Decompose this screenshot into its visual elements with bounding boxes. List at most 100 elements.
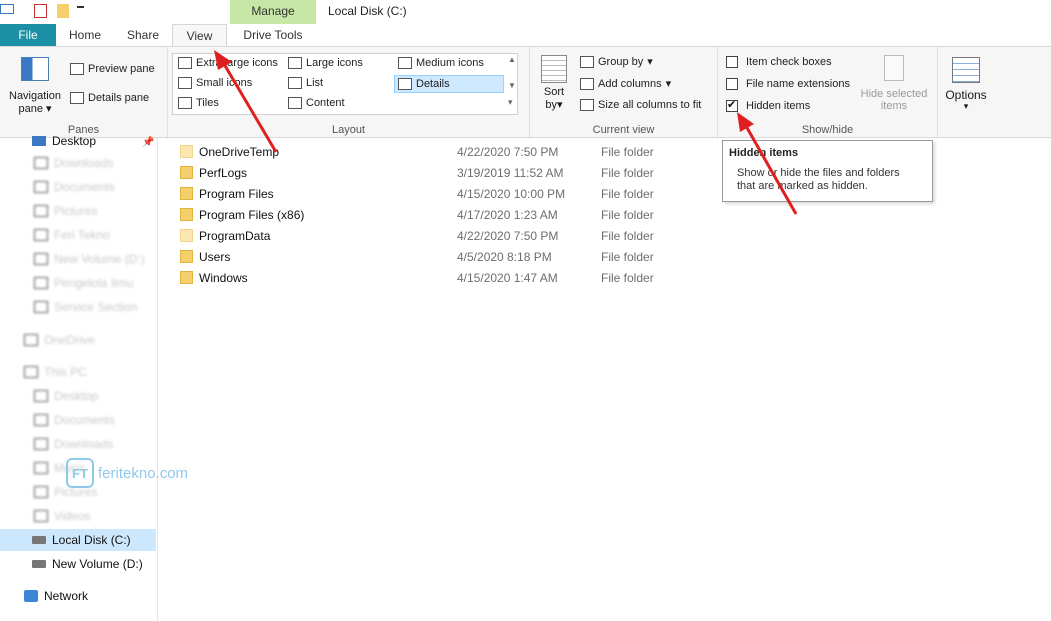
blurred-item-icon (34, 205, 48, 217)
nav-label: Downloads (54, 437, 114, 451)
sort-by-button[interactable]: Sort by▾ (538, 55, 570, 111)
small-icons-icon (178, 77, 192, 89)
file-row[interactable]: PerfLogs 3/19/2019 11:52 AM File folder (180, 162, 700, 183)
layout-more-icon[interactable]: ▾ (508, 97, 513, 108)
nav-item-blurred[interactable]: Downloads (34, 437, 113, 451)
nav-item-blurred[interactable]: OneDrive (24, 333, 95, 347)
file-row[interactable]: Program Files (x86) 4/17/2020 1:23 AM Fi… (180, 204, 700, 225)
nav-item-blurred[interactable]: Videos (34, 509, 90, 523)
nav-desktop-label: Desktop (52, 134, 97, 148)
file-name: Windows (199, 270, 248, 285)
layout-content[interactable]: Content (288, 97, 345, 109)
list-label: List (306, 77, 324, 89)
nav-item-blurred[interactable]: Desktop (34, 389, 98, 403)
add-columns-button[interactable]: Add columns ▾ (580, 77, 671, 90)
watermark: FT feritekno.com (66, 458, 188, 488)
details-pane-label: Details pane (88, 92, 150, 104)
file-row[interactable]: OneDriveTemp 4/22/2020 7:50 PM File fold… (180, 141, 700, 162)
tab-view[interactable]: View (172, 24, 227, 47)
nav-item-blurred[interactable]: Documents (34, 180, 115, 194)
checkmark-icon[interactable] (34, 4, 47, 18)
manage-tab[interactable]: Manage (230, 0, 316, 24)
options-button[interactable]: Options ▾ (942, 57, 990, 111)
tab-drive-tools[interactable]: Drive Tools (230, 24, 316, 46)
nav-item-blurred[interactable]: Downloads (34, 156, 113, 170)
size-all-columns-button[interactable]: Size all columns to fit (580, 99, 701, 111)
watermark-logo: FT (66, 458, 94, 488)
tab-file[interactable]: File (0, 24, 56, 46)
properties-icon[interactable] (0, 4, 14, 14)
medium-icons-icon (398, 57, 412, 69)
layout-list[interactable]: List (288, 77, 323, 89)
add-columns-icon (580, 77, 594, 90)
item-check-boxes-checkbox[interactable] (726, 56, 738, 68)
sort-by-label: Sort (543, 86, 565, 98)
new-folder-icon[interactable] (57, 4, 69, 18)
blurred-item-icon (34, 414, 48, 426)
show-hide-group: Item check boxes File name extensions Hi… (718, 47, 938, 139)
tab-home[interactable]: Home (56, 24, 114, 46)
nav-item-blurred[interactable]: This PC (24, 365, 87, 379)
layout-extra-large-icons[interactable]: Extra large icons (178, 57, 278, 69)
details-label: Details (416, 78, 450, 90)
panes-group: Navigation pane ▾ Preview pane Details p… (0, 47, 168, 139)
nav-label: Videos (54, 509, 91, 523)
sort-by-icon (541, 55, 567, 83)
blurred-item-icon (34, 277, 48, 289)
quick-access-dropdown-icon[interactable] (77, 6, 84, 12)
layout-scroll-up-icon[interactable]: ▲ (508, 55, 516, 64)
small-icons-label: Small icons (196, 77, 253, 89)
preview-pane-button[interactable]: Preview pane (70, 63, 155, 75)
blurred-item-icon (34, 462, 48, 474)
nav-item-new-volume[interactable]: New Volume (D:) (32, 557, 143, 571)
nav-item-desktop[interactable]: Desktop (32, 134, 96, 148)
nav-label: This PC (44, 365, 87, 379)
blurred-item-icon (34, 510, 48, 522)
item-check-boxes-toggle[interactable]: Item check boxes (726, 56, 832, 68)
layout-scroll-down-icon[interactable]: ▼ (508, 81, 516, 90)
blurred-item-icon (34, 253, 48, 265)
file-row[interactable]: Windows 4/15/2020 1:47 AM File folder (180, 267, 700, 288)
group-by-button[interactable]: Group by ▾ (580, 55, 653, 68)
pin-icon[interactable]: 📌 (142, 137, 154, 148)
tab-share[interactable]: Share (114, 24, 172, 46)
sort-by-label-2: by▾ (545, 99, 563, 111)
file-name: Program Files (199, 186, 274, 201)
size-columns-label: Size all columns to fit (598, 99, 702, 111)
file-row[interactable]: ProgramData 4/22/2020 7:50 PM File folde… (180, 225, 700, 246)
nav-item-blurred[interactable]: Pictures (34, 204, 97, 218)
tiles-icon (178, 97, 192, 109)
nav-item-blurred[interactable]: Documents (34, 413, 115, 427)
layout-details[interactable]: Details (394, 75, 504, 93)
nav-item-blurred[interactable]: Service Section (34, 300, 137, 314)
details-pane-button[interactable]: Details pane (70, 92, 149, 104)
blurred-item-icon (34, 157, 48, 169)
options-icon (952, 57, 980, 83)
layout-tiles[interactable]: Tiles (178, 97, 219, 109)
nav-item-blurred[interactable]: Pengelola Ilmu (34, 276, 133, 290)
file-name-extensions-checkbox[interactable] (726, 78, 738, 90)
nav-label: Documents (54, 413, 115, 427)
hidden-items-checkbox[interactable] (726, 98, 738, 112)
layout-small-icons[interactable]: Small icons (178, 77, 252, 89)
add-columns-dropdown-icon: ▾ (665, 78, 672, 90)
ribbon: Navigation pane ▾ Preview pane Details p… (0, 46, 1051, 139)
file-row[interactable]: Program Files 4/15/2020 10:00 PM File fo… (180, 183, 700, 204)
nav-item-local-disk[interactable]: Local Disk (C:) (32, 533, 131, 547)
ribbon-tabs: File Home Share View Drive Tools (0, 24, 1051, 47)
tooltip-body-line-1: Show or hide the files and folders (737, 167, 900, 179)
hide-selected-items-button[interactable]: Hide selected items (856, 55, 932, 112)
nav-item-blurred[interactable]: New Volume (D:) (34, 252, 145, 266)
hidden-items-toggle[interactable]: Hidden items (726, 98, 810, 112)
nav-item-network[interactable]: Network (24, 589, 88, 603)
nav-item-blurred[interactable]: Feri Tekno (34, 228, 110, 242)
navigation-pane-button[interactable]: Navigation pane ▾ (6, 57, 64, 115)
file-type: File folder (601, 165, 654, 180)
layout-large-icons[interactable]: Large icons (288, 57, 363, 69)
hide-selected-icon (884, 55, 904, 81)
file-name-extensions-toggle[interactable]: File name extensions (726, 78, 850, 90)
folder-icon (180, 250, 193, 263)
file-type: File folder (601, 249, 654, 264)
file-row[interactable]: Users 4/5/2020 8:18 PM File folder (180, 246, 700, 267)
layout-medium-icons[interactable]: Medium icons (398, 57, 484, 69)
